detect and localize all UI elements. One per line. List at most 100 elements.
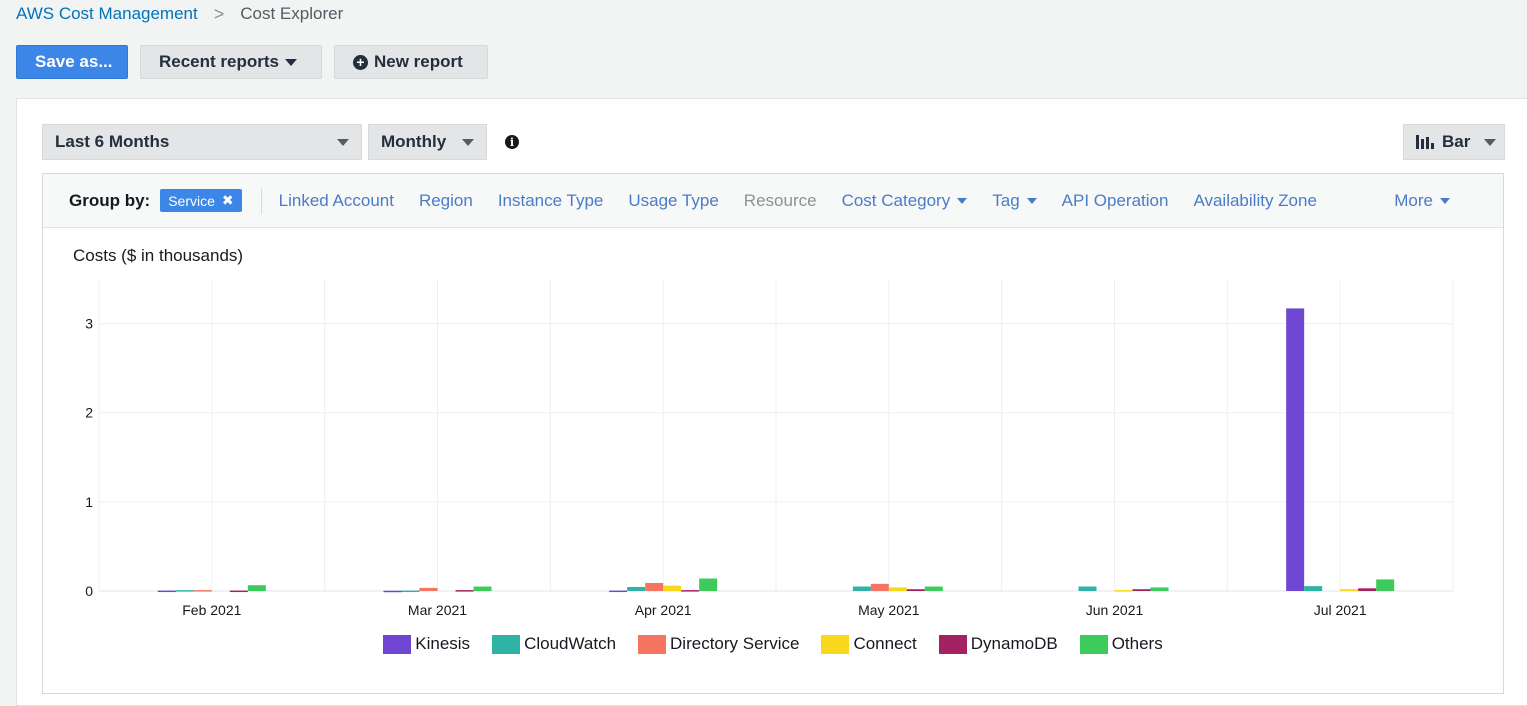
bar-others (924, 586, 943, 591)
group-by-option-label: API Operation (1061, 190, 1169, 210)
group-by-option-api-operation[interactable]: API Operation (1062, 191, 1169, 211)
breadcrumb-link-cost-management[interactable]: AWS Cost Management (16, 4, 198, 24)
caret-down-icon (462, 138, 474, 146)
group-by-service-tag[interactable]: Service ✖ (160, 189, 242, 212)
group-by-option-label: Tag (992, 190, 1020, 210)
bar-cloudwatch (175, 590, 194, 592)
close-icon[interactable]: ✖ (222, 192, 234, 209)
bar-kinesis (157, 590, 176, 593)
bar-dynamodb (229, 590, 248, 593)
x-tick-label: Jun 2021 (1086, 602, 1144, 618)
bar-directory-service (419, 587, 438, 591)
bar-directory-service (193, 590, 212, 592)
group-by-option-instance-type[interactable]: Instance Type (498, 191, 604, 211)
plus-circle-icon: + (353, 54, 368, 70)
report-parameters: Last 6 Months Monthly i (42, 124, 519, 160)
group-by-option-label: Usage Type (628, 190, 719, 210)
group-by-option-label: Cost Category (841, 190, 951, 210)
bar-dynamodb (681, 590, 700, 592)
x-tick-label: Apr 2021 (635, 602, 692, 618)
y-tick-label: 2 (85, 405, 93, 421)
x-tick-label: Jul 2021 (1314, 602, 1367, 618)
bar-kinesis (1286, 308, 1305, 591)
legend-label: Others (1111, 634, 1163, 653)
group-by-option-linked-account[interactable]: Linked Account (279, 191, 394, 211)
bar-others (1150, 587, 1169, 591)
legend-swatch (1079, 634, 1108, 654)
group-by-option-label: Region (418, 190, 473, 210)
legend-label: Directory Service (670, 634, 800, 653)
date-range-value: Last 6 Months (55, 132, 170, 151)
recent-reports-button[interactable]: Recent reports (140, 45, 322, 79)
group-by-option-tag[interactable]: Tag (992, 190, 1037, 211)
x-tick-label: Mar 2021 (408, 602, 467, 618)
legend-label: Kinesis (415, 634, 471, 653)
legend-label: CloudWatch (524, 634, 617, 653)
group-by-more-button[interactable]: More (1394, 191, 1450, 211)
group-by-option-availability-zone[interactable]: Availability Zone (1193, 191, 1316, 211)
date-range-select[interactable]: Last 6 Months (42, 124, 362, 160)
legend-item[interactable]: Others (1079, 634, 1163, 654)
group-by-option-label: Instance Type (497, 190, 604, 210)
y-axis-title: Costs ($ in thousands) (73, 246, 243, 265)
save-as-label: Save as... (35, 52, 113, 71)
group-by-option-resource: Resource (744, 191, 817, 211)
more-label: More (1394, 190, 1433, 210)
chart-legend: Kinesis CloudWatch Directory Service Connec… (43, 634, 1503, 654)
group-by-option-label: Resource (743, 190, 817, 210)
legend-item[interactable]: Directory Service (638, 634, 799, 654)
chart-style-select[interactable]: Bar (1403, 124, 1505, 160)
chevron-right-icon: > (213, 3, 225, 24)
legend-item[interactable]: DynamoDB (938, 634, 1058, 654)
bar-directory-service (645, 582, 664, 591)
save-as-button[interactable]: Save as... (16, 45, 128, 79)
group-by-options: Linked Account Region Instance Type Usage T… (279, 191, 1342, 211)
recent-reports-label: Recent reports (159, 52, 279, 71)
bar-cloudwatch (1078, 586, 1097, 591)
bar-cloudwatch (1304, 586, 1323, 591)
chart-container: Group by: Service ✖ Linked Account Region… (42, 173, 1504, 694)
y-tick-label: 1 (85, 494, 93, 510)
bar-others (699, 578, 718, 591)
info-icon[interactable]: i (505, 135, 519, 149)
group-by-option-region[interactable]: Region (419, 191, 473, 211)
y-tick-label: 3 (85, 316, 93, 332)
caret-down-icon (957, 197, 968, 204)
caret-down-icon (1026, 197, 1037, 204)
service-tag-label: Service (168, 192, 215, 209)
cost-explorer-panel: Last 6 Months Monthly i Bar Group by: Se… (16, 98, 1527, 706)
caret-down-icon (284, 58, 297, 66)
group-by-bar: Group by: Service ✖ Linked Account Region… (43, 174, 1503, 228)
x-tick-label: May 2021 (858, 602, 920, 618)
legend-swatch (821, 634, 850, 654)
new-report-label: New report (374, 52, 463, 71)
bar-kinesis (383, 590, 402, 593)
bar-dynamodb (906, 589, 925, 591)
bar-others (1376, 579, 1395, 591)
group-by-option-usage-type[interactable]: Usage Type (628, 191, 718, 211)
legend-item[interactable]: Connect (821, 634, 917, 654)
legend-item[interactable]: Kinesis (383, 634, 470, 654)
legend-swatch (638, 634, 667, 654)
bar-others (247, 585, 266, 591)
new-report-button[interactable]: + New report (334, 45, 488, 79)
bar-kinesis (609, 590, 628, 593)
legend-swatch (492, 634, 521, 654)
group-by-label: Group by: (69, 190, 151, 210)
bar-dynamodb (455, 590, 474, 592)
breadcrumb-current-page: Cost Explorer (240, 4, 344, 23)
group-by-option-cost-category[interactable]: Cost Category (842, 191, 968, 211)
bar-directory-service (870, 583, 889, 591)
bar-others (473, 586, 492, 591)
caret-down-icon (1440, 197, 1450, 204)
legend-item[interactable]: CloudWatch (492, 634, 616, 654)
caret-down-icon (1484, 138, 1497, 146)
granularity-select[interactable]: Monthly (368, 124, 487, 160)
legend-swatch (938, 634, 967, 654)
bar-connect (663, 585, 682, 591)
bar-dynamodb (1358, 588, 1377, 591)
cost-bar-chart: Costs ($ in thousands) 0 1 2 3 Feb 2021 Mar 20… (73, 246, 1454, 618)
chart-style-display: Bar (1416, 132, 1470, 152)
bar-cloudwatch (852, 586, 871, 591)
bar-connect (888, 587, 907, 591)
